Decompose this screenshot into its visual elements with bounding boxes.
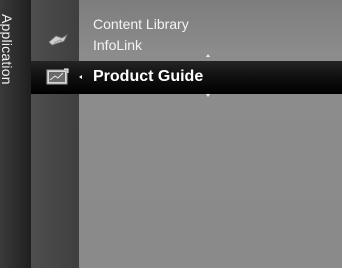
menu-item-content-library[interactable]: Content Library: [93, 16, 189, 32]
screen: Application Content Library InfoLink Pro…: [0, 0, 342, 273]
category-label: Application: [0, 14, 15, 85]
scroll-down-icon[interactable]: [206, 94, 210, 97]
left-arrow-icon: [79, 75, 82, 79]
category-tab[interactable]: Application: [0, 0, 31, 268]
menu-item-product-guide[interactable]: Product Guide: [93, 68, 203, 86]
tv-menu: Application Content Library InfoLink Pro…: [0, 0, 342, 268]
product-guide-icon: [46, 68, 69, 85]
scroll-up-icon[interactable]: [206, 54, 210, 57]
menu-item-infolink[interactable]: InfoLink: [93, 37, 142, 53]
application-icon: [48, 33, 68, 46]
